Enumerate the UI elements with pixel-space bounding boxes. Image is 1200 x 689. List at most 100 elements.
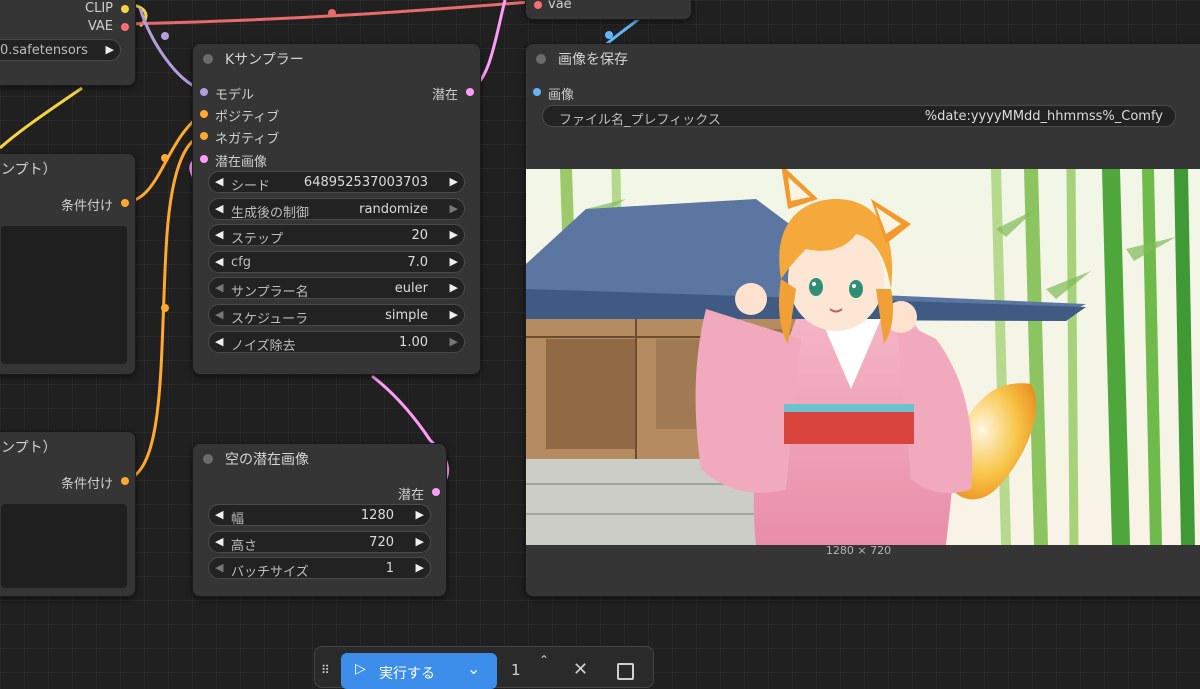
height-widget[interactable]: ◀ 高さ 720 ▶ xyxy=(208,531,431,554)
prompt-textarea[interactable] xyxy=(1,504,127,588)
run-toolbar: ⠿ ▷ 実行する ⌄ 1 ⌃ ✕ xyxy=(314,646,654,689)
arrow-right-icon[interactable]: ▶ xyxy=(450,228,458,241)
arrow-left-icon[interactable]: ◀ xyxy=(215,561,223,574)
negative-prompt-node[interactable]: ンプト） 条件付け xyxy=(0,431,136,597)
filename-prefix-value: %date:yyyyMMdd_hhmmss%_Comfy xyxy=(924,109,1163,124)
collapse-dot-icon[interactable] xyxy=(536,54,546,64)
conditioning-output-label: 条件付け xyxy=(60,199,113,214)
checkpoint-loader-node[interactable]: CLIP VAE 0.safetensors ▶ xyxy=(0,0,136,86)
arrow-right-icon[interactable]: ▶ xyxy=(416,561,424,574)
arrow-left-icon[interactable]: ◀ xyxy=(215,335,223,348)
steps-widget[interactable]: ◀ ステップ 20 ▶ xyxy=(208,224,465,247)
arrow-left-icon[interactable]: ◀ xyxy=(215,255,223,268)
sampler-name-widget[interactable]: ◀ サンプラー名 euler ▶ xyxy=(208,277,465,300)
stop-icon[interactable] xyxy=(617,663,634,680)
positive-input-label: ポジティブ xyxy=(215,110,280,125)
filename-prefix-label: ファイル名_プレフィックス xyxy=(559,113,721,128)
vae-input-label: vae xyxy=(548,0,572,12)
scheduler-value: simple xyxy=(385,308,428,323)
control-after-generate-widget[interactable]: ◀ 生成後の制御 randomize ▶ xyxy=(208,198,465,221)
arrow-left-icon[interactable]: ◀ xyxy=(215,308,223,321)
latent-input-label: 潜在画像 xyxy=(215,155,268,170)
arrow-right-icon[interactable]: ▶ xyxy=(450,335,458,348)
control-label: 生成後の制御 xyxy=(231,206,310,221)
chevron-down-icon[interactable]: ⌄ xyxy=(467,659,480,678)
conditioning-output-label: 条件付け xyxy=(60,477,113,492)
run-button-label: 実行する xyxy=(379,666,435,682)
arrow-left-icon[interactable]: ◀ xyxy=(215,228,223,241)
cfg-value: 7.0 xyxy=(407,255,428,270)
batch-size-widget[interactable]: ◀ バッチサイズ 1 ▶ xyxy=(208,557,431,580)
node-title: ンプト） xyxy=(1,162,57,178)
collapse-dot-icon[interactable] xyxy=(203,454,213,464)
arrow-left-icon[interactable]: ◀ xyxy=(215,175,223,188)
save-image-node[interactable]: 画像を保存 画像 ファイル名_プレフィックス %date:yyyyMMdd_hh… xyxy=(525,43,1200,597)
model-input-label: モデル xyxy=(215,88,255,103)
conditioning-output-dot[interactable] xyxy=(121,477,129,485)
positive-prompt-node[interactable]: ンプト） 条件付け xyxy=(0,153,136,375)
arrow-right-icon[interactable]: ▶ xyxy=(450,255,458,268)
node-title: ンプト） xyxy=(1,440,57,456)
latent-output-label: 潜在 xyxy=(397,488,424,503)
arrow-right-icon[interactable]: ▶ xyxy=(450,175,458,188)
batch-size-value: 1 xyxy=(385,561,394,576)
ksampler-title: Kサンプラー xyxy=(193,44,480,74)
width-widget[interactable]: ◀ 幅 1280 ▶ xyxy=(208,504,431,527)
empty-latent-title: 空の潜在画像 xyxy=(193,444,446,474)
height-label: 高さ xyxy=(231,539,258,554)
empty-latent-node[interactable]: 空の潜在画像 潜在 ◀ 幅 1280 ▶ ◀ 高さ 720 ▶ ◀ バッチサイズ… xyxy=(192,443,447,597)
arrow-right-icon[interactable]: ▶ xyxy=(106,43,114,56)
ckpt-name-widget[interactable]: 0.safetensors ▶ xyxy=(0,39,121,61)
vae-decode-node[interactable]: vae xyxy=(525,0,692,20)
ckpt-name-value: 0.safetensors xyxy=(0,43,88,58)
cfg-widget[interactable]: ◀ cfg 7.0 ▶ xyxy=(208,251,465,273)
scheduler-widget[interactable]: ◀ スケジューラ simple ▶ xyxy=(208,304,465,327)
negative-input-dot[interactable] xyxy=(200,132,208,140)
positive-input-dot[interactable] xyxy=(200,110,208,118)
width-label: 幅 xyxy=(231,512,245,527)
seed-value: 648952537003703 xyxy=(303,175,428,190)
latent-output-dot[interactable] xyxy=(466,88,474,96)
image-size-caption: 1280 × 720 xyxy=(825,544,892,557)
prompt-textarea[interactable] xyxy=(1,226,127,364)
model-input-dot[interactable] xyxy=(200,88,208,96)
vae-output-label: VAE xyxy=(87,19,113,34)
generated-image-preview[interactable] xyxy=(526,169,1200,545)
sampler-value: euler xyxy=(394,281,428,296)
vae-output-dot[interactable] xyxy=(121,23,129,31)
image-input-dot[interactable] xyxy=(533,88,541,96)
clip-output-label: CLIP xyxy=(85,1,113,16)
denoise-value: 1.00 xyxy=(399,335,428,350)
close-icon[interactable]: ✕ xyxy=(573,659,588,680)
arrow-right-icon[interactable]: ▶ xyxy=(450,281,458,294)
scheduler-label: スケジューラ xyxy=(231,312,309,327)
save-image-title-text: 画像を保存 xyxy=(558,52,628,68)
latent-input-dot[interactable] xyxy=(200,155,208,163)
filename-prefix-widget[interactable]: ファイル名_プレフィックス %date:yyyyMMdd_hhmmss%_Com… xyxy=(542,105,1176,128)
arrow-right-icon[interactable]: ▶ xyxy=(416,508,424,521)
chevron-up-icon[interactable]: ⌃ xyxy=(539,653,549,667)
arrow-left-icon[interactable]: ◀ xyxy=(215,535,223,548)
arrow-right-icon[interactable]: ▶ xyxy=(450,308,458,321)
seed-widget[interactable]: ◀ シード 648952537003703 ▶ xyxy=(208,171,465,194)
clip-output-dot[interactable] xyxy=(121,5,129,13)
arrow-right-icon[interactable]: ▶ xyxy=(416,535,424,548)
empty-latent-title-text: 空の潜在画像 xyxy=(225,452,309,468)
batch-count-value[interactable]: 1 xyxy=(511,661,521,679)
denoise-widget[interactable]: ◀ ノイズ除去 1.00 ▶ xyxy=(208,331,465,354)
sampler-label: サンプラー名 xyxy=(231,285,309,300)
collapse-dot-icon[interactable] xyxy=(203,54,213,64)
arrow-left-icon[interactable]: ◀ xyxy=(215,508,223,521)
ksampler-node[interactable]: Kサンプラー モデル ポジティブ ネガティブ 潜在画像 潜在 ◀ シード 648… xyxy=(192,43,481,375)
vae-input-dot[interactable] xyxy=(534,1,542,9)
image-input-label: 画像 xyxy=(548,88,575,103)
seed-label: シード xyxy=(231,179,271,194)
arrow-left-icon[interactable]: ◀ xyxy=(215,202,223,215)
batch-size-label: バッチサイズ xyxy=(231,565,309,580)
latent-output-dot[interactable] xyxy=(432,488,440,496)
run-button[interactable]: ▷ 実行する ⌄ xyxy=(341,653,497,689)
conditioning-output-dot[interactable] xyxy=(121,199,129,207)
arrow-right-icon[interactable]: ▶ xyxy=(450,202,458,215)
save-image-title: 画像を保存 xyxy=(526,44,1200,74)
arrow-left-icon[interactable]: ◀ xyxy=(215,281,223,294)
